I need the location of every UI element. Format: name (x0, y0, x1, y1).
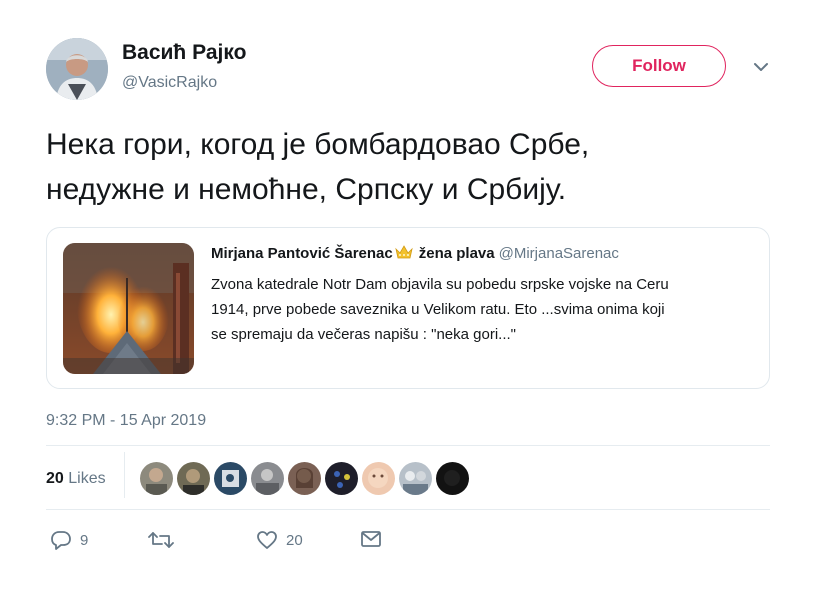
heart-icon (257, 531, 277, 549)
envelope-icon (361, 531, 381, 547)
quoted-tweet-header: Mirjana Pantović Šarenac žena plava @Mirja… (211, 244, 619, 262)
retweet-icon (148, 532, 174, 548)
liker-avatars (140, 462, 469, 496)
crown-emoji-icon (395, 244, 413, 260)
liker-avatar[interactable] (251, 462, 284, 495)
like-count: 20 (286, 531, 303, 549)
quoted-author-name-suffix[interactable]: žena plava (419, 245, 495, 262)
quoted-tweet-image[interactable] (63, 243, 194, 374)
liker-avatar[interactable] (399, 462, 432, 495)
reply-icon (51, 531, 71, 550)
likes-summary[interactable]: 20 Likes (46, 470, 106, 488)
liker-avatar[interactable] (140, 462, 173, 495)
quoted-tweet-text: Zvona katedrale Notr Dam objavila su pob… (211, 276, 669, 343)
retweet-button[interactable] (148, 530, 182, 550)
author-handle[interactable]: @VasicRajko (122, 74, 217, 92)
liker-avatar[interactable] (362, 462, 395, 495)
reply-button[interactable]: 9 (50, 530, 88, 550)
likes-label: Likes (68, 470, 106, 487)
author-avatar[interactable] (46, 38, 108, 100)
likes-count: 20 (46, 470, 64, 487)
liker-avatar[interactable] (325, 462, 358, 495)
quoted-author-handle[interactable]: @MirjanaSarenac (499, 245, 619, 262)
tweet-timestamp[interactable]: 9:32 PM - 15 Apr 2019 (46, 412, 206, 430)
like-button[interactable]: 20 (256, 530, 303, 550)
liker-avatar[interactable] (177, 462, 210, 495)
divider (46, 445, 770, 446)
reply-count: 9 (80, 531, 89, 549)
quoted-author-name[interactable]: Mirjana Pantović Šarenac (211, 245, 393, 262)
tweet-text: Нека гори, когод је бомбардовао Србе, не… (46, 128, 590, 206)
follow-button[interactable]: Follow (592, 45, 726, 87)
direct-message-button[interactable] (360, 530, 382, 548)
author-display-name[interactable]: Васић Рајко (122, 41, 246, 65)
liker-avatar[interactable] (214, 462, 247, 495)
liker-avatar[interactable] (288, 462, 321, 495)
chevron-down-icon[interactable] (752, 60, 770, 74)
liker-avatar[interactable] (436, 462, 469, 495)
likes-separator (124, 452, 125, 498)
divider (46, 509, 770, 510)
